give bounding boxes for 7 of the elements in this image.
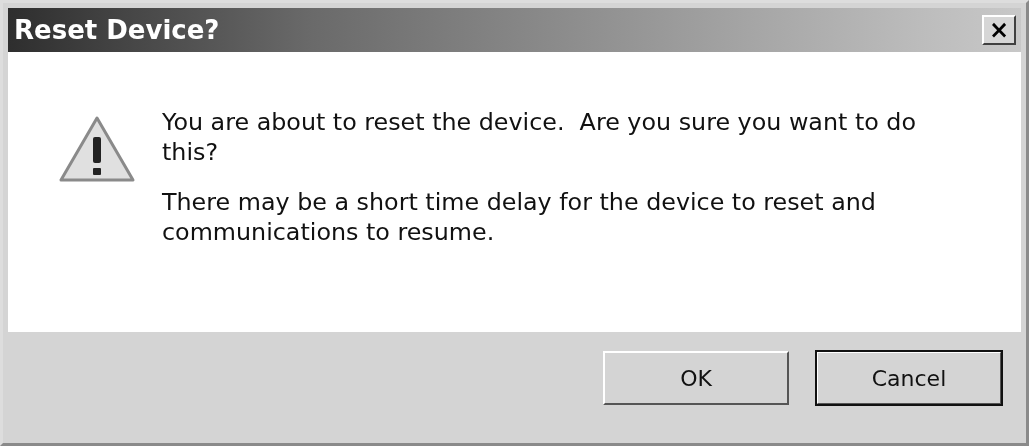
dialog-button[interactable]: OK xyxy=(603,351,789,405)
close-button[interactable]: × xyxy=(982,15,1016,45)
window-title: Reset Device? xyxy=(14,13,220,47)
message-text: You are about to reset the device. Are you sure you want to do this? xyxy=(162,107,918,167)
message-text: There may be a short time delay for the device to reset and communications to resume. xyxy=(162,187,877,247)
warning-icon xyxy=(58,115,136,183)
default-button[interactable]: Cancel xyxy=(816,351,1002,405)
